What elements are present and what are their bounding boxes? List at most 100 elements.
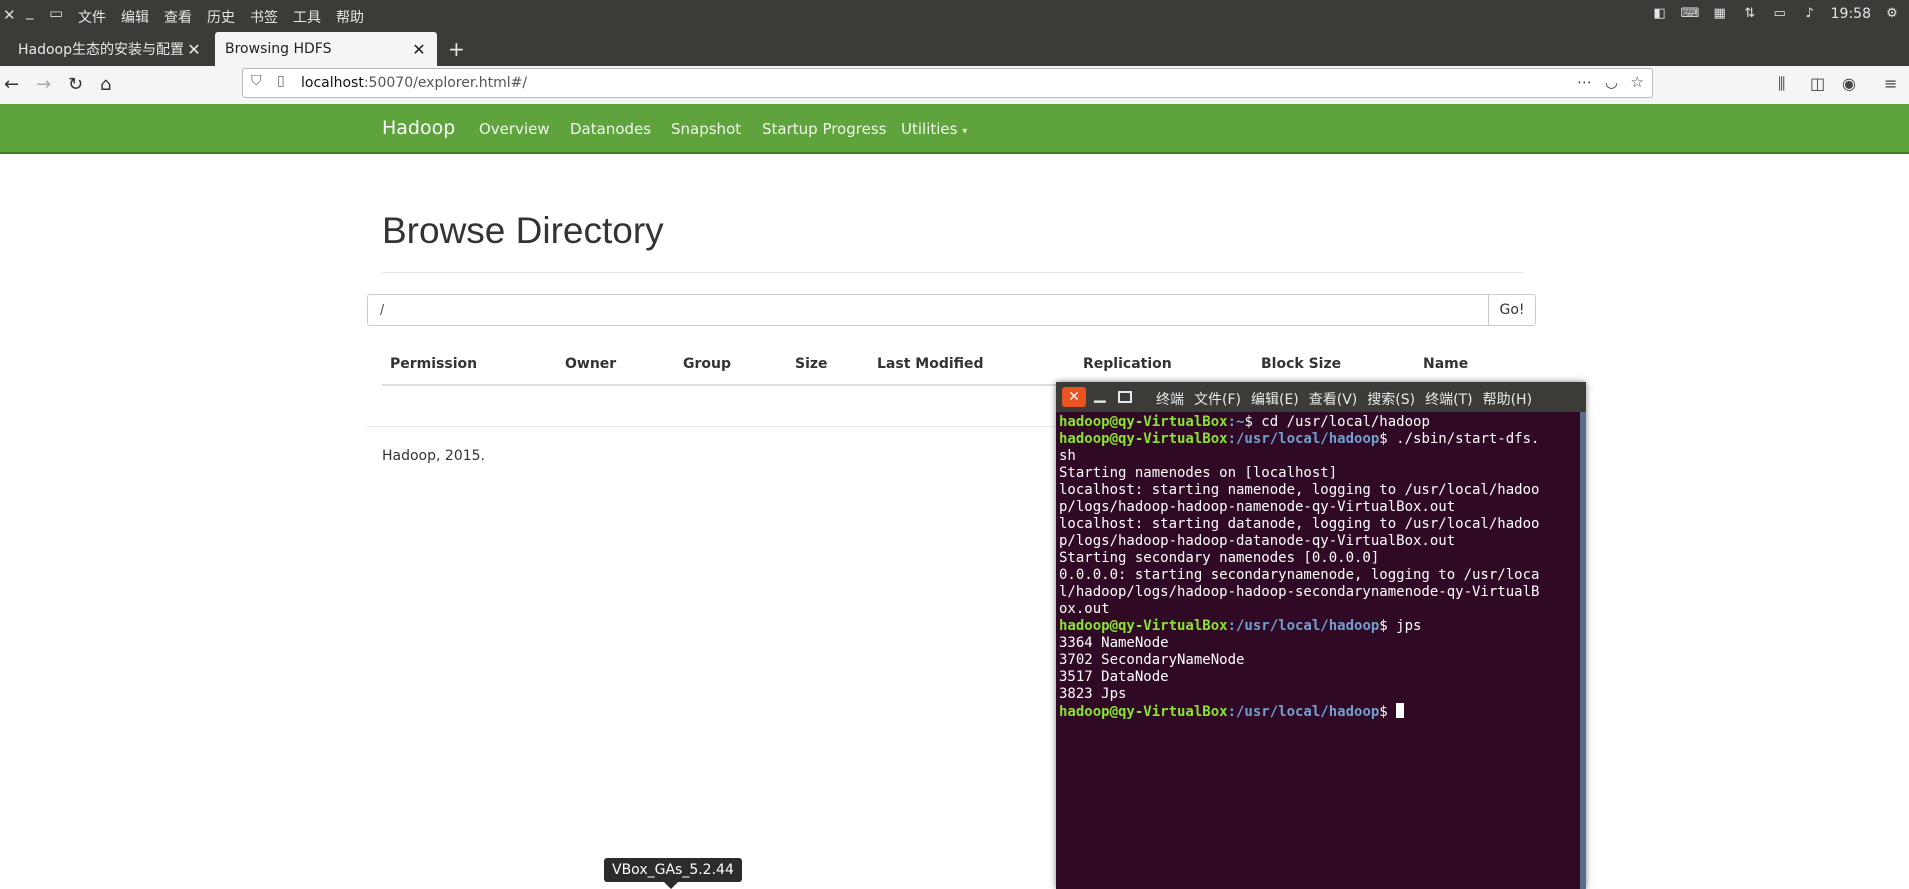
terminal-menu-terminal[interactable]: 终端 xyxy=(1156,389,1184,409)
tab-hadoop-install[interactable]: Hadoop生态的安装与配置 ✕ xyxy=(8,32,212,66)
terminal-scrollbar[interactable] xyxy=(1580,412,1586,889)
terminal-line: ox.out xyxy=(1059,601,1110,617)
col-block-size[interactable]: Block Size xyxy=(1261,356,1341,372)
page-footer: Hadoop, 2015. xyxy=(382,448,485,464)
library-icon[interactable]: ⫼ xyxy=(1778,74,1785,94)
maximize-icon[interactable] xyxy=(1118,391,1132,403)
tab-close-icon[interactable]: ✕ xyxy=(186,40,202,59)
terminal-output[interactable]: hadoop@qy-VirtualBox:~$ cd /usr/local/ha… xyxy=(1059,414,1579,721)
tab-title: Hadoop生态的安装与配置 xyxy=(18,42,185,58)
menu-history[interactable]: 历史 xyxy=(207,7,235,27)
terminal-menu-help[interactable]: 帮助(H) xyxy=(1483,389,1532,409)
terminal-line: l/hadoop/logs/hadoop-hadoop-secondarynam… xyxy=(1059,584,1540,600)
page-actions-icon[interactable]: ⋯ xyxy=(1577,73,1592,91)
table-header: Permission Owner Group Size Last Modifie… xyxy=(382,352,1524,386)
terminal-line: p/logs/hadoop-hadoop-namenode-qy-Virtual… xyxy=(1059,499,1456,515)
col-size[interactable]: Size xyxy=(795,356,828,372)
terminal-menu-search[interactable]: 搜索(S) xyxy=(1367,389,1415,409)
reload-icon[interactable]: ↻ xyxy=(68,74,83,95)
terminal-line: 3364 NameNode xyxy=(1059,635,1169,651)
keyboard-icon[interactable]: ⌨ xyxy=(1681,6,1700,22)
app-menu-bar: 文件 编辑 查看 历史 书签 工具 帮助 xyxy=(78,7,364,27)
menu-help[interactable]: 帮助 xyxy=(336,7,364,27)
terminal-line: sh xyxy=(1059,448,1076,464)
settings-gear-icon[interactable]: ⚙ xyxy=(1883,6,1901,22)
url-host: localhost xyxy=(301,75,364,91)
network-icon[interactable]: ⇅ xyxy=(1741,6,1759,22)
hadoop-brand[interactable]: Hadoop xyxy=(382,117,455,139)
tab-browsing-hdfs[interactable]: Browsing HDFS ✕ xyxy=(215,32,437,66)
page-title: Browse Directory xyxy=(382,210,664,251)
terminal-menu-view[interactable]: 查看(V) xyxy=(1309,389,1358,409)
window-close-icon[interactable]: ✕ xyxy=(3,6,16,24)
terminal-line: 3702 SecondaryNameNode xyxy=(1059,652,1245,668)
forward-arrow-icon[interactable]: → xyxy=(36,74,51,95)
new-tab-plus-icon[interactable]: + xyxy=(448,37,465,61)
terminal-line: hadoop@qy-VirtualBox:/usr/local/hadoop$ … xyxy=(1059,618,1579,635)
menu-view[interactable]: 查看 xyxy=(164,7,192,27)
nav-snapshot[interactable]: Snapshot xyxy=(671,120,741,138)
directory-path-input[interactable] xyxy=(367,294,1489,326)
col-owner[interactable]: Owner xyxy=(565,356,616,372)
close-icon[interactable]: ✕ xyxy=(1062,387,1086,407)
virtualbox-tray-icon[interactable]: ◧ xyxy=(1651,6,1669,22)
menu-file[interactable]: 文件 xyxy=(78,7,106,27)
menu-edit[interactable]: 编辑 xyxy=(121,7,149,27)
col-name[interactable]: Name xyxy=(1423,356,1468,372)
menu-tools[interactable]: 工具 xyxy=(293,7,321,27)
nav-utilities-label: Utilities xyxy=(901,120,958,138)
terminal-line: Starting secondary namenodes [0.0.0.0] xyxy=(1059,550,1380,566)
prompt-user: hadoop@qy-VirtualBox xyxy=(1059,618,1228,634)
input-method-icon[interactable]: ▦ xyxy=(1711,6,1729,22)
col-last-modified[interactable]: Last Modified xyxy=(877,356,984,372)
nav-startup-progress[interactable]: Startup Progress xyxy=(762,120,886,138)
command: $ ./sbin/start-dfs. xyxy=(1379,431,1540,447)
terminal-menu-file[interactable]: 文件(F) xyxy=(1194,389,1241,409)
minimize-icon[interactable]: ▁ xyxy=(1094,385,1106,403)
window-minimize-icon[interactable]: _ xyxy=(26,2,34,20)
prompt-path: :~ xyxy=(1227,414,1245,430)
terminal-line: hadoop@qy-VirtualBox:/usr/local/hadoop$ xyxy=(1059,703,1579,721)
browser-tab-strip: Hadoop生态的安装与配置 ✕ Browsing HDFS ✕ xyxy=(0,32,1909,66)
url-path: :50070/explorer.html#/ xyxy=(363,75,528,91)
hamburger-menu-icon[interactable]: ≡ xyxy=(1884,74,1897,93)
col-group[interactable]: Group xyxy=(683,356,731,372)
divider xyxy=(382,272,1524,273)
caret-down-icon: ▾ xyxy=(962,126,968,137)
nav-overview[interactable]: Overview xyxy=(479,120,550,138)
home-icon[interactable]: ⌂ xyxy=(100,74,111,95)
nav-utilities[interactable]: Utilities ▾ xyxy=(901,120,967,138)
go-button[interactable]: Go! xyxy=(1488,294,1536,326)
prompt-user: hadoop@qy-VirtualBox xyxy=(1059,704,1228,720)
url-bar[interactable]: ⛉ ▯ localhost:50070/explorer.html#/ ⋯ ◡ … xyxy=(242,68,1653,98)
back-arrow-icon[interactable]: ← xyxy=(4,74,19,95)
tab-title: Browsing HDFS xyxy=(225,41,332,57)
tab-close-icon[interactable]: ✕ xyxy=(411,40,427,59)
prompt-user: hadoop@qy-VirtualBox xyxy=(1059,431,1228,447)
url-text: localhost:50070/explorer.html#/ xyxy=(301,75,527,91)
account-icon[interactable]: ◉ xyxy=(1842,74,1856,93)
col-replication[interactable]: Replication xyxy=(1083,356,1172,372)
window-maximize-icon[interactable]: ▭ xyxy=(49,4,63,22)
command: $ xyxy=(1379,704,1397,720)
terminal-titlebar[interactable]: ✕ ▁ 终端 文件(F) 编辑(E) 查看(V) 搜索(S) 终端(T) 帮助(… xyxy=(1056,382,1586,412)
clock[interactable]: 19:58 xyxy=(1831,6,1871,22)
pocket-icon[interactable]: ◡ xyxy=(1605,73,1618,91)
prompt-user: hadoop@qy-VirtualBox xyxy=(1059,414,1228,430)
terminal-menu-terminal-t[interactable]: 终端(T) xyxy=(1425,389,1472,409)
bookmark-star-icon[interactable]: ☆ xyxy=(1631,73,1644,91)
nav-datanodes[interactable]: Datanodes xyxy=(570,120,651,138)
os-top-bar: ✕ _ ▭ 文件 编辑 查看 历史 书签 工具 帮助 ◧ ⌨ ▦ ⇅ ▭ ♪ 1… xyxy=(0,0,1909,32)
command: $ cd /usr/local/hadoop xyxy=(1244,414,1430,430)
text-cursor xyxy=(1396,703,1405,718)
menu-bookmarks[interactable]: 书签 xyxy=(250,7,278,27)
tracking-shield-icon[interactable]: ⛉ xyxy=(251,73,262,89)
terminal-line: localhost: starting namenode, logging to… xyxy=(1059,482,1540,498)
page-info-icon[interactable]: ▯ xyxy=(277,73,285,89)
terminal-menu-edit[interactable]: 编辑(E) xyxy=(1251,389,1299,409)
battery-icon[interactable]: ▭ xyxy=(1771,6,1789,22)
terminal-window[interactable]: ✕ ▁ 终端 文件(F) 编辑(E) 查看(V) 搜索(S) 终端(T) 帮助(… xyxy=(1056,382,1586,889)
volume-icon[interactable]: ♪ xyxy=(1801,6,1819,22)
sidebar-icon[interactable]: ◫ xyxy=(1810,74,1825,93)
col-permission[interactable]: Permission xyxy=(390,356,477,372)
